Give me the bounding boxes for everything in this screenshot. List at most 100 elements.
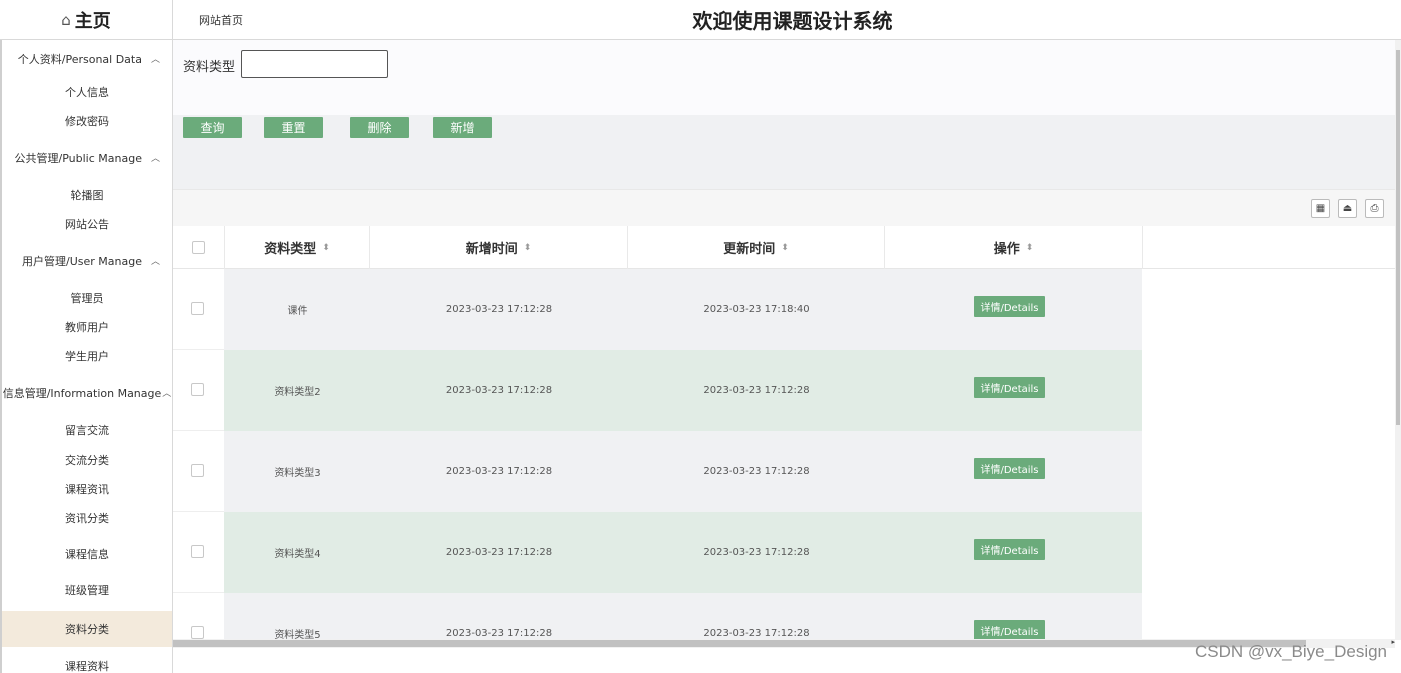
sidebar-item-message-categories[interactable]: 交流分类 (2, 445, 172, 474)
column-header-updated[interactable]: 更新时间 ⬍ (628, 226, 885, 269)
scrollbar-thumb[interactable] (1396, 50, 1400, 425)
sidebar-item-profile[interactable]: 个人信息 (2, 77, 172, 106)
scrollbar-thumb[interactable] (173, 640, 1306, 647)
sort-icon[interactable]: ⬍ (781, 243, 789, 253)
cell-type: 资料类型5 (274, 630, 321, 639)
chevron-up-icon: ︿ (150, 257, 160, 267)
material-type-input[interactable] (241, 50, 388, 78)
column-header-created[interactable]: 新增时间 ⬍ (370, 226, 628, 269)
export-icon[interactable]: ⏏ (1338, 199, 1357, 218)
page-title: 欢迎使用课题设计系统 (692, 9, 893, 33)
cell-created: 2023-03-23 17:12:28 (445, 304, 553, 315)
query-button[interactable]: 查询 (183, 117, 242, 138)
action-bar: 查询 重置 删除 新增 (173, 115, 1397, 189)
row-checkbox[interactable] (191, 464, 204, 477)
sidebar: 个人资料/Personal Data ︿ 个人信息 修改密码 公共管理/Publi… (0, 40, 173, 673)
watermark-text: CSDN @vx_Biye_Design (1194, 642, 1387, 661)
top-header: ⌂ 主页 网站首页 欢迎使用课题设计系统 (0, 0, 1401, 40)
row-select-cell (173, 512, 224, 593)
sidebar-item-course-materials[interactable]: 课程资料 (2, 647, 172, 673)
row-select-cell (173, 269, 224, 350)
home-label: 主页 (74, 11, 111, 32)
sidebar-group-label: 用户管理/User Manage (22, 254, 142, 268)
sort-icon[interactable]: ⬍ (322, 243, 330, 253)
chevron-up-icon: ︿ (150, 154, 160, 164)
sidebar-item-students[interactable]: 学生用户 (2, 341, 172, 370)
columns-icon[interactable]: ▦ (1311, 199, 1330, 218)
column-header-label: 更新时间 (723, 242, 776, 257)
row-select-cell (173, 431, 224, 512)
row-checkbox[interactable] (191, 383, 204, 396)
cell-updated: 2023-03-23 17:12:28 (703, 547, 810, 558)
sidebar-item-change-password[interactable]: 修改密码 (2, 106, 172, 135)
sidebar-item-material-categories[interactable]: 资料分类 (2, 611, 172, 647)
breadcrumb[interactable]: 网站首页 (199, 12, 243, 28)
details-button[interactable]: 详情/Details (974, 620, 1045, 639)
sidebar-group-label: 公共管理/Public Manage (14, 151, 142, 165)
delete-button[interactable]: 删除 (350, 117, 409, 138)
cell-type: 资料类型4 (274, 549, 321, 560)
table-toolbar: ▦ ⏏ ⎙ (173, 189, 1397, 226)
sidebar-item-class-management[interactable]: 班级管理 (2, 575, 172, 605)
sidebar-item-teachers[interactable]: 教师用户 (2, 312, 172, 341)
sidebar-item-announcements[interactable]: 网站公告 (2, 209, 172, 238)
select-all-checkbox[interactable] (192, 241, 205, 254)
sidebar-group-label: 个人资料/Personal Data (17, 52, 142, 66)
table-row: 资料类型3 2023-03-23 17:12:28 2023-03-23 17:… (173, 431, 1142, 512)
main-content: 资料类型 查询 重置 删除 新增 ▦ ⏏ ⎙ 资料类型 ⬍ 新增时间 ⬍ 更新时… (173, 40, 1401, 673)
table-row: 资料类型4 2023-03-23 17:12:28 2023-03-23 17:… (173, 512, 1142, 593)
sidebar-item-news-categories[interactable]: 资讯分类 (2, 503, 172, 532)
sidebar-group-public[interactable]: 公共管理/Public Manage ︿ (2, 135, 172, 180)
cell-type: 资料类型3 (274, 468, 321, 479)
details-button[interactable]: 详情/Details (974, 377, 1045, 398)
print-icon[interactable]: ⎙ (1365, 199, 1384, 218)
sidebar-item-messages[interactable]: 留言交流 (2, 415, 172, 445)
home-link[interactable]: ⌂ 主页 (0, 0, 173, 40)
search-form: 资料类型 (173, 40, 1397, 115)
sidebar-group-information[interactable]: 信息管理/Information Manage ︿ (2, 370, 172, 415)
row-checkbox[interactable] (191, 302, 204, 315)
cell-updated: 2023-03-23 17:12:28 (703, 466, 810, 477)
cell-created: 2023-03-23 17:12:28 (445, 628, 553, 639)
row-select-cell (173, 593, 224, 639)
column-header-label: 新增时间 (465, 242, 518, 257)
row-checkbox[interactable] (191, 626, 204, 639)
sidebar-item-admins[interactable]: 管理员 (2, 283, 172, 312)
add-button[interactable]: 新增 (433, 117, 492, 138)
row-checkbox[interactable] (191, 545, 204, 558)
cell-created: 2023-03-23 17:12:28 (445, 466, 553, 477)
details-button[interactable]: 详情/Details (974, 539, 1045, 560)
sidebar-group-personal[interactable]: 个人资料/Personal Data ︿ (2, 40, 172, 77)
column-header-type[interactable]: 资料类型 ⬍ (225, 226, 370, 269)
sidebar-item-carousel[interactable]: 轮播图 (2, 180, 172, 209)
table-row: 资料类型5 2023-03-23 17:12:28 2023-03-23 17:… (173, 593, 1142, 639)
column-header-actions[interactable]: 操作 ⬍ (885, 226, 1143, 269)
chevron-up-icon: ︿ (150, 55, 160, 65)
home-icon: ⌂ (61, 11, 71, 29)
table-row: 资料类型2 2023-03-23 17:12:28 2023-03-23 17:… (173, 350, 1142, 431)
sidebar-group-users[interactable]: 用户管理/User Manage ︿ (2, 238, 172, 283)
details-button[interactable]: 详情/Details (974, 458, 1045, 479)
cell-created: 2023-03-23 17:12:28 (445, 385, 553, 396)
sort-icon[interactable]: ⬍ (524, 243, 532, 253)
cell-updated: 2023-03-23 17:12:28 (703, 628, 810, 639)
cell-type: 资料类型2 (274, 387, 321, 398)
header-select-cell (173, 226, 225, 269)
cell-updated: 2023-03-23 17:18:40 (703, 304, 810, 315)
app-window: ⌂ 主页 网站首页 欢迎使用课题设计系统 个人资料/Personal Data ︿… (0, 0, 1401, 673)
table-header: 资料类型 ⬍ 新增时间 ⬍ 更新时间 ⬍ 操作 ⬍ (173, 226, 1397, 269)
table-row: 课件 2023-03-23 17:12:28 2023-03-23 17:18:… (173, 269, 1142, 350)
column-header-label: 操作 (993, 242, 1020, 257)
sort-icon[interactable]: ⬍ (1026, 243, 1034, 253)
vertical-scrollbar[interactable] (1395, 40, 1401, 640)
cell-updated: 2023-03-23 17:12:28 (703, 385, 810, 396)
column-header-label: 资料类型 (264, 242, 317, 257)
details-button[interactable]: 详情/Details (974, 296, 1045, 317)
reset-button[interactable]: 重置 (264, 117, 323, 138)
sidebar-group-label: 信息管理/Information Manage (2, 386, 162, 400)
row-select-cell (173, 350, 224, 431)
sidebar-item-course-info[interactable]: 课程信息 (2, 532, 172, 575)
search-label: 资料类型 (183, 60, 236, 75)
sidebar-item-course-news[interactable]: 课程资讯 (2, 474, 172, 503)
data-table: 资料类型 ⬍ 新增时间 ⬍ 更新时间 ⬍ 操作 ⬍ 课件 2023-03-23 17:1… (173, 226, 1397, 639)
